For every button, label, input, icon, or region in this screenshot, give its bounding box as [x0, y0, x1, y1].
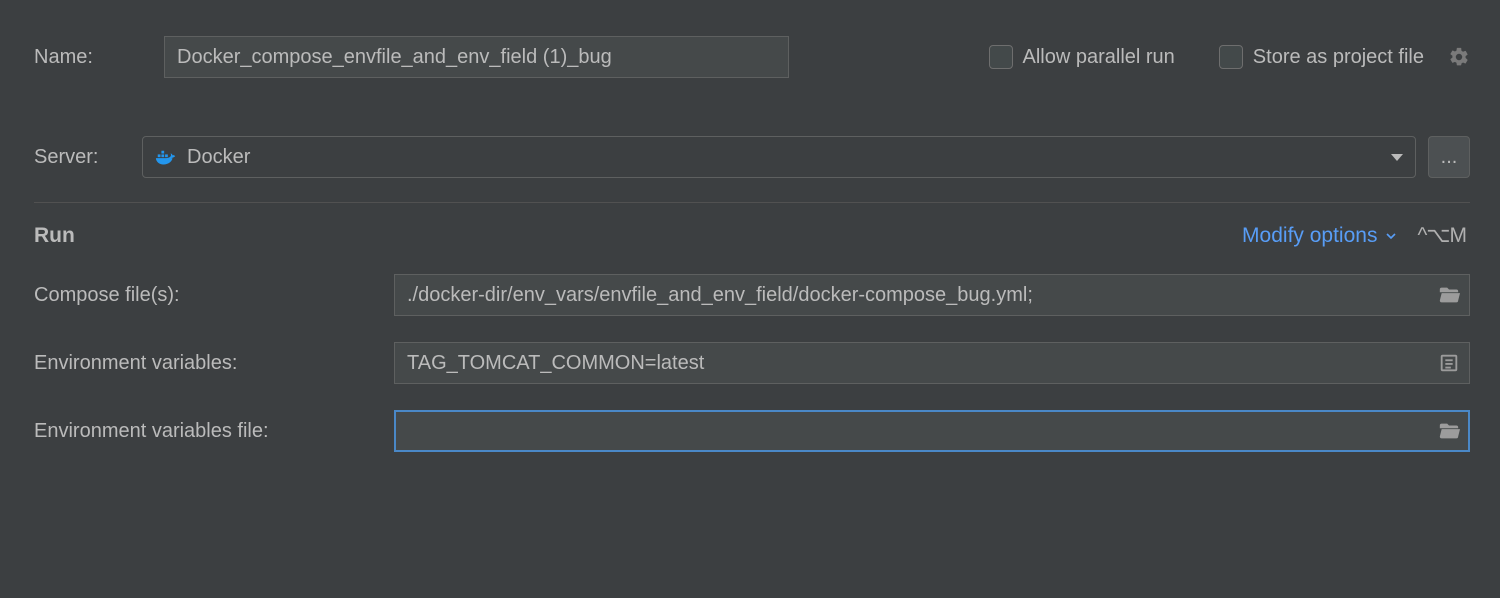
chevron-down-icon — [1391, 154, 1403, 161]
env-vars-row: Environment variables: — [34, 342, 1470, 384]
store-as-project-file-checkbox[interactable]: Store as project file — [1219, 45, 1424, 69]
section-divider — [34, 202, 1470, 203]
shortcut-hint: ^⌥M — [1417, 223, 1466, 248]
server-row: Server: Docker ... — [34, 136, 1470, 178]
ellipsis-label: ... — [1441, 146, 1458, 169]
env-vars-file-input-wrap — [394, 410, 1470, 452]
top-row: Name: Allow parallel run Store as projec… — [34, 36, 1470, 78]
list-icon[interactable] — [1438, 352, 1460, 374]
checkbox-box — [1219, 45, 1243, 69]
folder-open-icon[interactable] — [1438, 284, 1460, 306]
chevron-down-icon — [1383, 228, 1399, 244]
checkbox-box — [989, 45, 1013, 69]
compose-files-row: Compose file(s): — [34, 274, 1470, 316]
env-vars-file-input[interactable] — [394, 410, 1470, 452]
server-browse-button[interactable]: ... — [1428, 136, 1470, 178]
run-config-panel: Name: Allow parallel run Store as projec… — [0, 0, 1500, 452]
server-selected-value: Docker — [187, 146, 250, 169]
name-input[interactable] — [164, 36, 789, 78]
folder-open-icon[interactable] — [1438, 420, 1460, 442]
docker-icon — [155, 148, 177, 166]
env-vars-file-label: Environment variables file: — [34, 420, 394, 443]
env-vars-file-row: Environment variables file: — [34, 410, 1470, 452]
modify-options-link[interactable]: Modify options — [1242, 224, 1399, 248]
gear-icon[interactable] — [1448, 46, 1470, 68]
run-section-header: Run Modify options ^⌥M — [34, 223, 1470, 248]
env-vars-input[interactable] — [394, 342, 1470, 384]
server-dropdown[interactable]: Docker — [142, 136, 1416, 178]
modify-options-label: Modify options — [1242, 224, 1377, 248]
allow-parallel-run-checkbox[interactable]: Allow parallel run — [989, 45, 1175, 69]
allow-parallel-run-label: Allow parallel run — [1023, 46, 1175, 69]
run-section-title: Run — [34, 224, 75, 248]
compose-files-input-wrap — [394, 274, 1470, 316]
compose-files-input[interactable] — [394, 274, 1470, 316]
env-vars-input-wrap — [394, 342, 1470, 384]
compose-files-label: Compose file(s): — [34, 284, 394, 307]
name-label: Name: — [34, 46, 144, 69]
server-label: Server: — [34, 146, 130, 169]
env-vars-label: Environment variables: — [34, 352, 394, 375]
store-as-project-file-label: Store as project file — [1253, 46, 1424, 69]
